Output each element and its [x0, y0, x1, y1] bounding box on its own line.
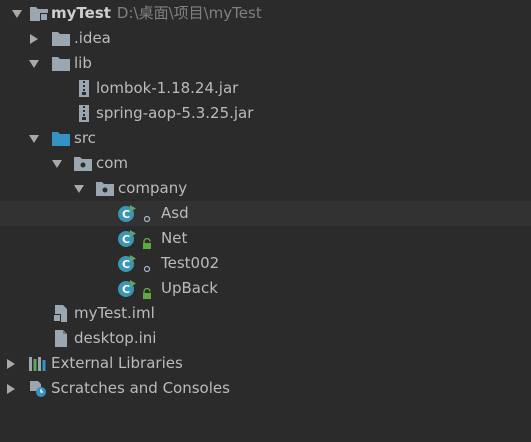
tree-label-external-libraries: External Libraries — [51, 354, 183, 372]
chevron-right-icon[interactable] — [27, 26, 41, 51]
tree-row-class-asd[interactable]: C Asd — [0, 201, 531, 226]
folder-icon — [51, 54, 71, 73]
chevron-down-icon[interactable] — [10, 1, 24, 26]
public-lock-icon — [141, 283, 153, 299]
tree-label-class-net: Net — [161, 229, 188, 247]
svg-text:C: C — [122, 258, 130, 271]
public-lock-icon — [141, 233, 153, 249]
java-class-icon: C — [117, 254, 137, 273]
folder-icon — [51, 29, 71, 48]
jar-icon — [74, 104, 94, 123]
java-class-icon: C — [117, 204, 137, 223]
tree-label-lombok-jar: lombok-1.18.24.jar — [96, 79, 239, 97]
package-icon — [73, 154, 93, 173]
tree-row-desktop-ini[interactable]: desktop.ini — [0, 326, 531, 351]
tree-row-idea[interactable]: .idea — [0, 26, 531, 51]
source-folder-icon — [51, 129, 71, 148]
chevron-down-icon[interactable] — [27, 126, 41, 151]
tree-row-class-upback[interactable]: C UpBack — [0, 276, 531, 301]
tree-row-class-net[interactable]: C Net — [0, 226, 531, 251]
module-file-icon — [51, 304, 71, 323]
scratches-icon — [28, 379, 48, 398]
tree-label-company: company — [118, 179, 188, 197]
chevron-down-icon[interactable] — [50, 151, 64, 176]
tree-row-spring-jar[interactable]: spring-aop-5.3.25.jar — [0, 101, 531, 126]
tree-row-iml[interactable]: myTest.iml — [0, 301, 531, 326]
tree-label-idea: .idea — [74, 29, 111, 47]
chevron-down-icon[interactable] — [27, 51, 41, 76]
chevron-down-icon[interactable] — [72, 176, 86, 201]
tree-label-lib: lib — [74, 54, 92, 72]
svg-text:C: C — [122, 208, 130, 221]
tree-row-class-test002[interactable]: C Test002 — [0, 251, 531, 276]
java-class-icon: C — [117, 279, 137, 298]
svg-text:C: C — [122, 233, 130, 246]
package-private-icon — [141, 208, 153, 223]
java-class-icon: C — [117, 229, 137, 248]
project-folder-icon — [29, 4, 49, 23]
chevron-right-icon[interactable] — [4, 351, 18, 376]
tree-label-class-upback: UpBack — [161, 279, 218, 297]
tree-label-class-test002: Test002 — [161, 254, 220, 272]
tree-label-class-asd: Asd — [161, 204, 189, 222]
tree-row-lombok-jar[interactable]: lombok-1.18.24.jar — [0, 76, 531, 101]
project-path: D:\桌面\项目\myTest — [116, 4, 262, 22]
package-icon — [95, 179, 115, 198]
tree-row-com[interactable]: com — [0, 151, 531, 176]
tree-row-project-root[interactable]: myTest D:\桌面\项目\myTest — [0, 1, 531, 26]
jar-icon — [74, 79, 94, 98]
svg-text:C: C — [122, 283, 130, 296]
libraries-icon — [28, 354, 48, 373]
tree-label-iml: myTest.iml — [74, 304, 155, 322]
tree-label-scratches: Scratches and Consoles — [51, 379, 230, 397]
tree-row-lib[interactable]: lib — [0, 51, 531, 76]
file-icon — [51, 329, 71, 348]
tree-row-src[interactable]: src — [0, 126, 531, 151]
tree-label-desktop-ini: desktop.ini — [74, 329, 157, 347]
chevron-right-icon[interactable] — [4, 376, 18, 401]
tree-row-external-libraries[interactable]: External Libraries — [0, 351, 531, 376]
tree-row-scratches[interactable]: Scratches and Consoles — [0, 376, 531, 401]
project-name-text: myTest — [51, 4, 111, 22]
project-name: myTest D:\桌面\项目\myTest — [51, 1, 262, 26]
package-private-icon — [141, 258, 153, 273]
tree-label-src: src — [74, 129, 96, 147]
tree-row-company[interactable]: company — [0, 176, 531, 201]
tree-label-com: com — [96, 154, 129, 172]
tree-label-spring-jar: spring-aop-5.3.25.jar — [96, 104, 254, 122]
